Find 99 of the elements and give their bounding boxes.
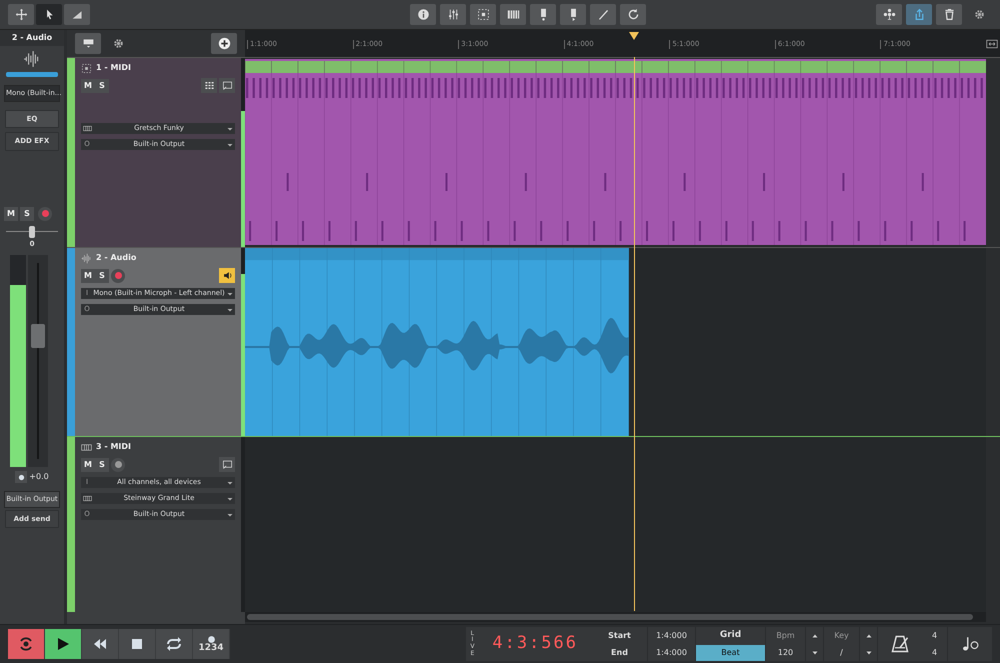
pen-icon <box>596 8 610 21</box>
solo-button[interactable]: S <box>95 268 109 282</box>
grid-value[interactable]: Beat <box>696 645 765 661</box>
record-button[interactable] <box>111 458 125 472</box>
tray-icon <box>82 37 94 50</box>
end-label: End <box>611 646 628 658</box>
refresh-icon <box>626 8 640 21</box>
playhead-marker[interactable] <box>629 32 640 40</box>
mute-button[interactable]: M <box>81 78 95 92</box>
track-menu-button[interactable] <box>75 33 101 54</box>
gain-button[interactable] <box>15 471 28 483</box>
info-icon <box>416 8 430 21</box>
stop-icon <box>129 636 145 652</box>
time-signature-numerator[interactable]: 4 <box>932 630 938 642</box>
toolbar-button[interactable] <box>590 4 616 25</box>
screen-icon <box>222 459 232 470</box>
record-button[interactable] <box>38 206 52 220</box>
dotted-square-icon <box>476 8 490 21</box>
down-arrow-icon <box>810 648 818 656</box>
volume-fader[interactable] <box>28 255 48 467</box>
fader-thumb[interactable] <box>31 324 45 348</box>
loop-button[interactable] <box>156 629 193 659</box>
count-in-label: 1234 <box>198 644 224 653</box>
grid-label: Grid <box>720 629 742 642</box>
toolbar-button[interactable] <box>440 4 466 25</box>
dotted-square-icon <box>81 62 92 74</box>
waveform-icon <box>81 252 92 264</box>
piano-keys-icon <box>506 8 520 21</box>
track-name: 1 - MIDI <box>96 62 132 74</box>
slider-thumb[interactable] <box>29 226 35 238</box>
gain-value: +0.0 <box>29 471 49 483</box>
settings-icon <box>112 37 124 50</box>
grid-button[interactable] <box>201 78 217 93</box>
monitor-button[interactable] <box>219 268 235 283</box>
add-track-button[interactable] <box>211 33 237 54</box>
toolbar-button[interactable] <box>500 4 526 25</box>
play-icon <box>55 636 71 652</box>
loop-record-button[interactable] <box>8 629 45 659</box>
pan-slider[interactable] <box>6 226 58 238</box>
loop-icon <box>166 636 182 652</box>
track-name: 3 - MIDI <box>96 441 132 453</box>
bpm-value[interactable]: 120 <box>778 646 794 658</box>
toolbar-button[interactable] <box>620 4 646 25</box>
solo-button[interactable]: S <box>95 458 109 472</box>
screen-icon <box>222 80 232 91</box>
expand-icon <box>986 38 998 50</box>
dot-icon <box>206 635 216 644</box>
rewind-icon <box>92 636 108 652</box>
keyboard-icon <box>82 494 92 503</box>
editor-button[interactable] <box>219 457 235 472</box>
note-icon <box>961 635 979 653</box>
audio-clip[interactable] <box>245 248 629 436</box>
mute-button[interactable]: M <box>4 206 18 220</box>
time-signature-denominator[interactable]: 4 <box>932 646 938 658</box>
horizontal-scrollbar[interactable] <box>245 612 986 622</box>
time-display: 4:3:566 <box>491 632 579 656</box>
bpm-label: Bpm <box>776 630 795 642</box>
stop-button[interactable] <box>119 629 156 659</box>
keyboard-icon <box>82 124 92 133</box>
solo-button[interactable]: S <box>20 206 34 220</box>
key-label: Key <box>834 630 849 642</box>
speaker-icon <box>222 270 232 281</box>
dot-icon <box>18 474 25 480</box>
mute-button[interactable]: M <box>81 458 95 472</box>
mute-button[interactable]: M <box>81 268 95 282</box>
loop-record-icon <box>18 636 34 652</box>
count-in-button[interactable]: 1234 <box>193 629 230 659</box>
end-value[interactable]: 1:4:000 <box>656 646 687 658</box>
toolbar-button[interactable] <box>936 4 962 25</box>
start-label: Start <box>608 630 631 642</box>
metronome-icon <box>890 634 910 654</box>
move-icon <box>14 8 28 21</box>
editor-button[interactable] <box>219 78 235 93</box>
sliders-icon <box>446 8 460 21</box>
keyboard-icon <box>81 442 92 452</box>
tool-button[interactable] <box>36 4 62 25</box>
toolbar-button[interactable] <box>560 4 586 25</box>
play-button[interactable] <box>45 629 82 659</box>
down-arrow-icon <box>864 648 872 656</box>
start-value[interactable]: 1:4:000 <box>656 630 687 642</box>
key-value[interactable]: / <box>840 646 843 658</box>
rewind-button[interactable] <box>82 629 119 659</box>
scrollbar-thumb[interactable] <box>247 614 974 620</box>
trash-icon <box>942 8 956 21</box>
settings-icon <box>972 8 986 21</box>
toolbar-button[interactable] <box>876 4 902 25</box>
tool-button[interactable] <box>8 4 34 25</box>
track-name: 2 - Audio <box>96 252 136 264</box>
share-icon <box>912 8 926 21</box>
toolbar-button[interactable] <box>470 4 496 25</box>
solo-button[interactable]: S <box>95 78 109 92</box>
toolbar-button[interactable] <box>410 4 436 25</box>
add-icon <box>218 37 230 50</box>
channel-title: 2 - Audio <box>0 30 64 46</box>
track-color-bar <box>6 72 58 77</box>
grid-icon <box>204 80 214 91</box>
toolbar-button[interactable] <box>530 4 556 25</box>
waveform-icon <box>23 50 41 68</box>
network-icon <box>882 8 896 21</box>
